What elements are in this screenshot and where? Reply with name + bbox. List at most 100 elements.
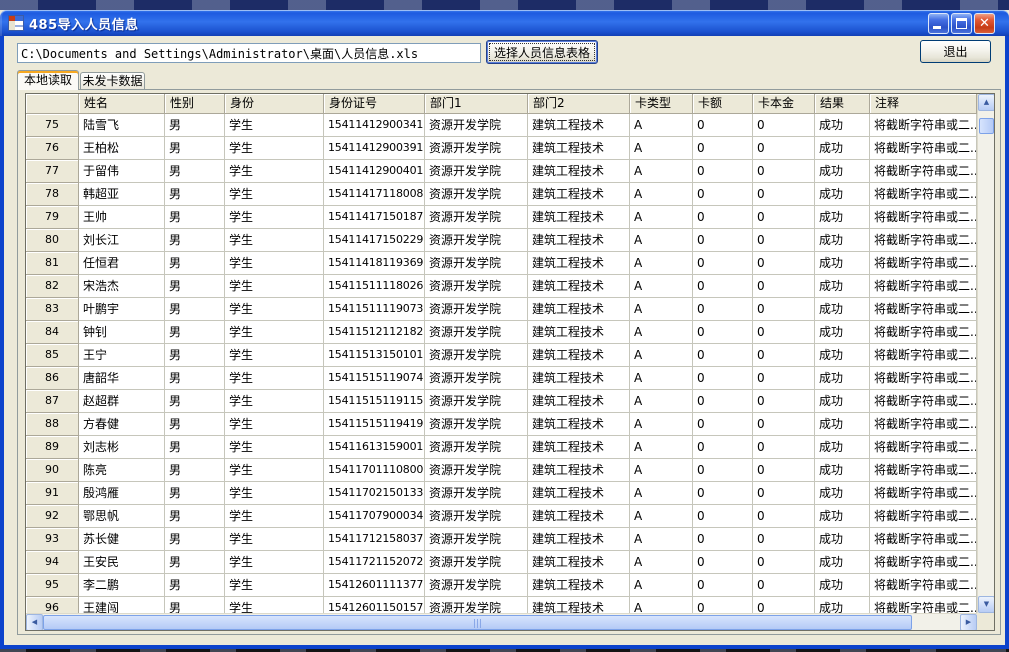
cell-gender[interactable]: 男 [165, 482, 225, 505]
app-icon[interactable] [8, 15, 24, 31]
cell-gender[interactable]: 男 [165, 275, 225, 298]
file-path-input[interactable] [17, 43, 481, 63]
cell-identity[interactable]: 学生 [225, 574, 324, 597]
cell-department2[interactable]: 建筑工程技术 [528, 482, 630, 505]
cell-department2[interactable]: 建筑工程技术 [528, 275, 630, 298]
scroll-left-button[interactable]: ◀ [26, 614, 43, 631]
cell-gender[interactable]: 男 [165, 229, 225, 252]
cell-identity[interactable]: 学生 [225, 482, 324, 505]
cell-department1[interactable]: 资源开发学院 [425, 390, 528, 413]
cell-department2[interactable]: 建筑工程技术 [528, 413, 630, 436]
cell-identity[interactable]: 学生 [225, 298, 324, 321]
cell-card-type[interactable]: A [630, 137, 693, 160]
cell-name[interactable]: 陆雪飞 [79, 114, 165, 137]
cell-identity[interactable]: 学生 [225, 413, 324, 436]
cell-card-amount[interactable]: 0 [693, 183, 753, 206]
cell-id-number[interactable]: 15411417150187 [324, 206, 425, 229]
cell-card-principal[interactable]: 0 [753, 436, 815, 459]
cell-card-principal[interactable]: 0 [753, 551, 815, 574]
cell-id-number[interactable]: 15411712158037 [324, 528, 425, 551]
cell-comment[interactable]: 将截断字符串或二... [870, 574, 977, 597]
column-header-name[interactable]: 姓名 [79, 94, 165, 114]
cell-identity[interactable]: 学生 [225, 344, 324, 367]
cell-id-number[interactable]: 15411511119073 [324, 298, 425, 321]
cell-gender[interactable]: 男 [165, 321, 225, 344]
cell-name[interactable]: 李二鹏 [79, 574, 165, 597]
cell-id-number[interactable]: 15411512112182 [324, 321, 425, 344]
cell-department1[interactable]: 资源开发学院 [425, 160, 528, 183]
row-header-cell[interactable]: 80 [26, 229, 79, 252]
cell-comment[interactable]: 将截断字符串或二... [870, 137, 977, 160]
cell-department2[interactable]: 建筑工程技术 [528, 114, 630, 137]
cell-department1[interactable]: 资源开发学院 [425, 206, 528, 229]
cell-department1[interactable]: 资源开发学院 [425, 298, 528, 321]
cell-result[interactable]: 成功 [815, 367, 870, 390]
cell-department1[interactable]: 资源开发学院 [425, 321, 528, 344]
cell-card-amount[interactable]: 0 [693, 390, 753, 413]
cell-card-amount[interactable]: 0 [693, 597, 753, 613]
row-header-cell[interactable]: 92 [26, 505, 79, 528]
cell-department1[interactable]: 资源开发学院 [425, 367, 528, 390]
cell-result[interactable]: 成功 [815, 528, 870, 551]
cell-card-amount[interactable]: 0 [693, 344, 753, 367]
cell-result[interactable]: 成功 [815, 413, 870, 436]
cell-card-principal[interactable]: 0 [753, 321, 815, 344]
cell-comment[interactable]: 将截断字符串或二... [870, 459, 977, 482]
cell-id-number[interactable]: 15411412900401 [324, 160, 425, 183]
row-header-cell[interactable]: 79 [26, 206, 79, 229]
cell-id-number[interactable]: 15412601150157 [324, 597, 425, 613]
cell-result[interactable]: 成功 [815, 597, 870, 613]
cell-department2[interactable]: 建筑工程技术 [528, 160, 630, 183]
cell-name[interactable]: 方春健 [79, 413, 165, 436]
cell-department1[interactable]: 资源开发学院 [425, 344, 528, 367]
cell-name[interactable]: 殷鸿雁 [79, 482, 165, 505]
row-header-cell[interactable]: 83 [26, 298, 79, 321]
cell-gender[interactable]: 男 [165, 436, 225, 459]
cell-card-type[interactable]: A [630, 482, 693, 505]
cell-identity[interactable]: 学生 [225, 436, 324, 459]
cell-gender[interactable]: 男 [165, 367, 225, 390]
cell-card-amount[interactable]: 0 [693, 482, 753, 505]
cell-card-type[interactable]: A [630, 390, 693, 413]
cell-department2[interactable]: 建筑工程技术 [528, 298, 630, 321]
row-header-cell[interactable]: 81 [26, 252, 79, 275]
cell-department1[interactable]: 资源开发学院 [425, 597, 528, 613]
cell-name[interactable]: 于留伟 [79, 160, 165, 183]
cell-department2[interactable]: 建筑工程技术 [528, 551, 630, 574]
cell-identity[interactable]: 学生 [225, 275, 324, 298]
cell-identity[interactable]: 学生 [225, 597, 324, 613]
cell-card-amount[interactable]: 0 [693, 367, 753, 390]
cell-card-amount[interactable]: 0 [693, 551, 753, 574]
column-header-department2[interactable]: 部门2 [528, 94, 630, 114]
cell-card-type[interactable]: A [630, 344, 693, 367]
cell-result[interactable]: 成功 [815, 482, 870, 505]
minimize-button[interactable] [928, 13, 949, 34]
row-header-cell[interactable]: 86 [26, 367, 79, 390]
cell-name[interactable]: 唐韶华 [79, 367, 165, 390]
cell-id-number[interactable]: 15411412900341 [324, 114, 425, 137]
cell-name[interactable]: 叶鹏宇 [79, 298, 165, 321]
cell-department2[interactable]: 建筑工程技术 [528, 436, 630, 459]
cell-identity[interactable]: 学生 [225, 367, 324, 390]
cell-comment[interactable]: 将截断字符串或二... [870, 390, 977, 413]
cell-result[interactable]: 成功 [815, 206, 870, 229]
cell-result[interactable]: 成功 [815, 551, 870, 574]
cell-card-principal[interactable]: 0 [753, 298, 815, 321]
row-header-cell[interactable]: 84 [26, 321, 79, 344]
cell-identity[interactable]: 学生 [225, 551, 324, 574]
cell-card-type[interactable]: A [630, 114, 693, 137]
cell-card-amount[interactable]: 0 [693, 229, 753, 252]
cell-gender[interactable]: 男 [165, 413, 225, 436]
select-file-button[interactable]: 选择人员信息表格 [486, 40, 598, 64]
row-header-cell[interactable]: 96 [26, 597, 79, 613]
cell-name[interactable]: 刘志彬 [79, 436, 165, 459]
cell-card-principal[interactable]: 0 [753, 597, 815, 613]
cell-card-amount[interactable]: 0 [693, 137, 753, 160]
cell-department1[interactable]: 资源开发学院 [425, 413, 528, 436]
cell-card-principal[interactable]: 0 [753, 528, 815, 551]
cell-id-number[interactable]: 15412601111377 [324, 574, 425, 597]
cell-card-type[interactable]: A [630, 206, 693, 229]
cell-department1[interactable]: 资源开发学院 [425, 229, 528, 252]
cell-result[interactable]: 成功 [815, 252, 870, 275]
cell-card-principal[interactable]: 0 [753, 482, 815, 505]
